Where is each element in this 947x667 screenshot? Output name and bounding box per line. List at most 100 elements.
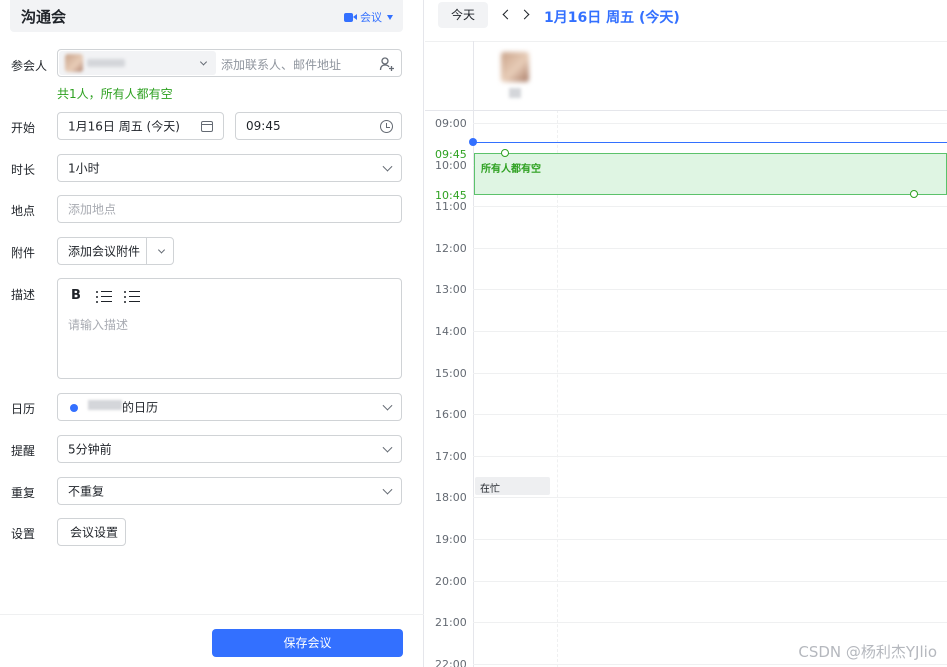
hour-line: [473, 206, 947, 207]
hour-line: [473, 664, 947, 665]
hour-label: 21:00: [435, 616, 467, 629]
next-day-icon[interactable]: [519, 9, 530, 20]
hour-line: [473, 622, 947, 623]
chevron-down-icon[interactable]: [199, 58, 208, 66]
duration-value: 1小时: [68, 161, 100, 176]
calendar-color-dot: [70, 404, 78, 412]
chevron-down-icon: [382, 400, 393, 411]
availability-note: 共1人，所有人都有空: [57, 87, 173, 101]
hour-label: 13:00: [435, 283, 467, 296]
calendar-label: 日历: [11, 402, 36, 416]
hour-line: [473, 248, 947, 249]
start-date-picker[interactable]: 1月16日 周五 (今天): [57, 112, 224, 140]
description-placeholder: 请输入描述: [68, 318, 129, 332]
repeat-select[interactable]: 不重复: [57, 477, 402, 505]
chevron-down-icon: [382, 484, 393, 495]
hour-label: 12:00: [435, 242, 467, 255]
avatar: [501, 52, 529, 82]
attachment-label: 附件: [11, 246, 36, 260]
save-meeting-button[interactable]: 保存会议: [212, 629, 403, 657]
start-date-value: 1月16日 周五 (今天): [68, 119, 180, 134]
caret-down-icon: [387, 14, 393, 20]
attendee-name-redacted: [87, 59, 125, 67]
attendee-chip[interactable]: [59, 51, 216, 75]
meeting-type-label: 会议: [360, 11, 382, 24]
start-time-value: 09:45: [246, 119, 281, 133]
hour-line: [473, 581, 947, 582]
attendees-label: 参会人: [11, 59, 48, 73]
ordered-list-icon[interactable]: [96, 290, 112, 303]
calendar-select[interactable]: 的日历: [57, 393, 402, 421]
chevron-down-icon: [382, 161, 393, 172]
busy-block[interactable]: 在忙: [475, 477, 550, 495]
location-placeholder: 添加地点: [68, 202, 117, 217]
location-input[interactable]: 添加地点: [57, 195, 402, 223]
settings-label: 设置: [11, 527, 36, 541]
reminder-label: 提醒: [11, 444, 36, 458]
calendar-value: 的日历: [122, 400, 159, 415]
event-end-time: 10:45: [435, 189, 467, 202]
current-time-line: [473, 142, 947, 143]
hour-line: [473, 123, 947, 124]
add-user-icon[interactable]: [379, 56, 395, 72]
hour-label: 09:00: [435, 117, 467, 130]
meeting-type-dropdown[interactable]: 会议: [344, 9, 393, 25]
avatar: [65, 54, 83, 72]
hour-line: [473, 497, 947, 498]
meeting-settings-label: 会议设置: [70, 525, 119, 540]
chevron-down-icon: [382, 442, 393, 453]
time-gutter-divider: [473, 41, 474, 667]
current-date-title: 1月16日 周五 (今天): [544, 10, 680, 26]
clock-icon: [380, 120, 393, 133]
hour-label: 20:00: [435, 575, 467, 588]
duration-select[interactable]: 1小时: [57, 154, 402, 182]
today-button[interactable]: 今天: [438, 2, 488, 28]
busy-label: 在忙: [480, 484, 500, 495]
meeting-title[interactable]: 沟通会: [21, 6, 66, 27]
calendar-icon: [201, 121, 213, 132]
add-attachment-button[interactable]: 添加会议附件: [57, 237, 174, 265]
event-start-time: 09:45: [435, 148, 467, 161]
duration-label: 时长: [11, 163, 36, 177]
bold-button[interactable]: B: [68, 288, 84, 303]
start-time-picker[interactable]: 09:45: [235, 112, 402, 140]
current-time-dot: [469, 138, 477, 146]
hour-label: 16:00: [435, 408, 467, 421]
attendee-search-placeholder[interactable]: 添加联系人、邮件地址: [221, 56, 341, 73]
prev-day-icon[interactable]: [502, 9, 513, 20]
bullet-list-icon[interactable]: [124, 290, 140, 303]
add-attachment-label: 添加会议附件: [68, 244, 141, 259]
owner-name-redacted: [88, 400, 122, 410]
reminder-value: 5分钟前: [68, 442, 112, 457]
description-label: 描述: [11, 288, 36, 302]
repeat-value: 不重复: [68, 484, 105, 499]
hour-label: 15:00: [435, 367, 467, 380]
hour-label: 14:00: [435, 325, 467, 338]
hour-line: [473, 331, 947, 332]
hour-label: 17:00: [435, 450, 467, 463]
meeting-settings-button[interactable]: 会议设置: [57, 518, 126, 546]
header-divider: [425, 41, 947, 42]
reminder-select[interactable]: 5分钟前: [57, 435, 402, 463]
repeat-label: 重复: [11, 486, 36, 500]
hour-line: [473, 414, 947, 415]
divider: [146, 238, 147, 264]
resize-handle-bottom[interactable]: [910, 190, 918, 198]
hour-line: [473, 289, 947, 290]
start-label: 开始: [11, 121, 36, 135]
hour-line: [473, 373, 947, 374]
watermark: CSDN @杨利杰YJlio: [798, 643, 937, 661]
meeting-form-panel: 沟通会 会议 参会人 添加联系人、邮件地址 共1人，所有人都有空 开始 1月16…: [0, 0, 424, 667]
proposed-meeting-block[interactable]: 所有人都有空: [474, 153, 947, 195]
chevron-down-icon[interactable]: [157, 246, 166, 254]
resize-handle-top[interactable]: [501, 149, 509, 157]
attendees-field[interactable]: 添加联系人、邮件地址: [57, 49, 402, 77]
meeting-scheduler: 沟通会 会议 参会人 添加联系人、邮件地址 共1人，所有人都有空 开始 1月16…: [0, 0, 947, 667]
hour-label: 22:00: [435, 658, 467, 667]
day-calendar-panel: 今天 1月16日 周五 (今天) 09:00 10:00 11:00 12:00 13:…: [425, 0, 947, 667]
editor-toolbar: B: [68, 288, 140, 303]
description-editor[interactable]: B 请输入描述: [57, 278, 402, 379]
hour-line: [473, 456, 947, 457]
hour-line: [473, 539, 947, 540]
event-label: 所有人都有空: [481, 164, 541, 175]
